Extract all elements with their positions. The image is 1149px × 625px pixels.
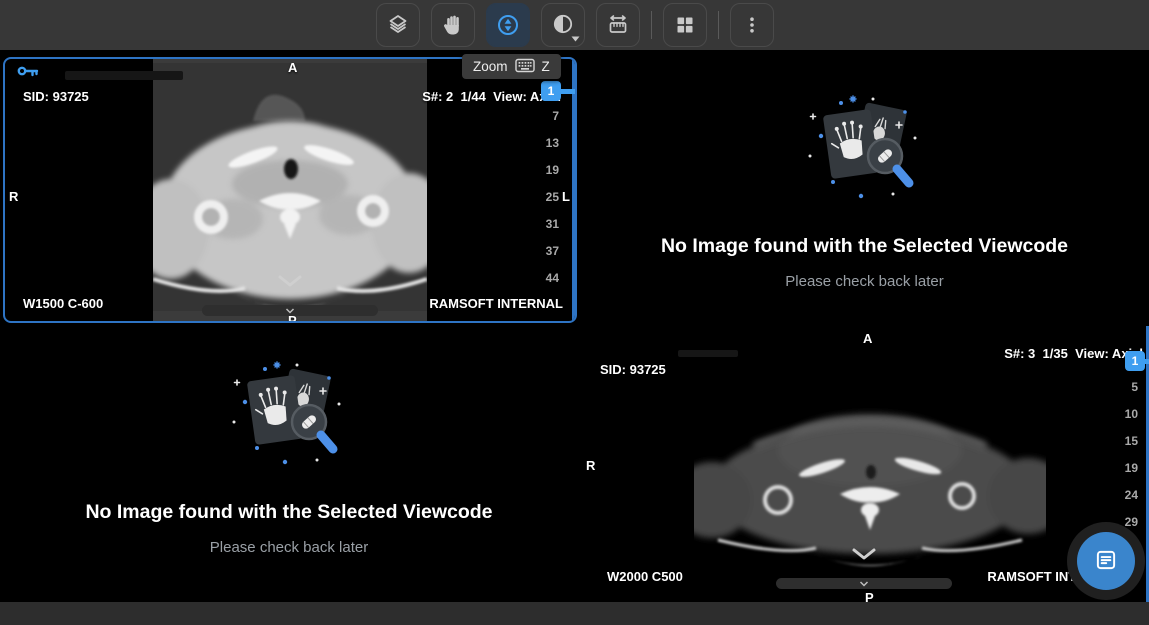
zoom-icon <box>496 13 520 37</box>
stack-scrollbar[interactable] <box>202 305 378 316</box>
layers-button[interactable] <box>376 3 420 47</box>
slice-number: 7 <box>552 109 559 123</box>
slice-position: 1/35 <box>1043 346 1068 361</box>
slice-number: 10 <box>1125 407 1138 421</box>
slice-position: 1/44 <box>461 89 486 104</box>
pan-button[interactable] <box>431 3 475 47</box>
contrast-icon <box>551 13 575 37</box>
tooltip-shortcut: Z <box>542 59 550 74</box>
next-slice-chevron-icon[interactable] <box>276 274 304 293</box>
layout-button[interactable] <box>663 3 707 47</box>
sid-label: SID: 93725 <box>23 89 89 104</box>
stack-scrollbar[interactable] <box>776 578 952 589</box>
slice-number: 25 <box>546 190 559 204</box>
orientation-top: A <box>863 331 872 346</box>
slice-number: 24 <box>1125 488 1138 502</box>
slice-number: 29 <box>1125 515 1138 529</box>
slice-scrollbar-thumb[interactable]: 1 <box>541 81 561 101</box>
slice-number: 44 <box>546 271 559 285</box>
chevron-down-icon <box>571 36 580 42</box>
bottom-strip <box>0 602 1149 625</box>
no-image-illustration <box>801 94 929 211</box>
key-icon <box>16 63 40 82</box>
toolbar-separator <box>718 11 719 39</box>
kebab-icon <box>740 13 764 37</box>
empty-state-subtitle: Please check back later <box>785 273 943 290</box>
grid-icon <box>673 13 697 37</box>
series-info: S#: 3 1/35 View: Axial <box>1004 346 1143 361</box>
more-button[interactable] <box>730 3 774 47</box>
orientation-left: R <box>586 458 595 473</box>
zoom-tooltip: Zoom Z <box>462 54 561 79</box>
layers-icon <box>386 13 410 37</box>
sid-label: SID: 93725 <box>600 362 666 377</box>
no-image-illustration <box>225 360 353 477</box>
window-level-button[interactable] <box>541 3 585 47</box>
hand-icon <box>441 13 465 37</box>
keyboard-icon <box>515 58 535 76</box>
slice-number: 19 <box>1125 461 1138 475</box>
next-slice-chevron-icon[interactable] <box>850 547 878 566</box>
viewport-grid: SID: 93725 S#: 2 1/44 View: Axial A R L … <box>0 50 1149 602</box>
slice-scale: 7 13 19 25 31 37 44 <box>546 109 559 285</box>
window-level-label: W2000 C500 <box>607 569 683 584</box>
report-fab[interactable] <box>1077 532 1135 590</box>
current-slice: 1 <box>548 84 555 98</box>
viewport-top-right[interactable]: No Image found with the Selected Viewcod… <box>580 50 1149 326</box>
slice-number: 37 <box>546 244 559 258</box>
tooltip-label: Zoom <box>473 59 508 74</box>
orientation-right: L <box>562 189 570 204</box>
series-number: S#: 3 <box>1004 346 1035 361</box>
window-level-label: W1500 C-600 <box>23 296 103 311</box>
orientation-bottom: P <box>865 590 874 602</box>
measure-button[interactable] <box>596 3 640 47</box>
viewport-bottom-left[interactable]: No Image found with the Selected Viewcod… <box>0 326 578 602</box>
redacted-patient-info <box>678 350 738 357</box>
redacted-patient-info <box>65 71 183 80</box>
slice-number: 19 <box>546 163 559 177</box>
orientation-top: A <box>288 60 297 75</box>
toolbar <box>0 0 1149 50</box>
slice-scrollbar-thumb[interactable]: 1 <box>1125 351 1145 371</box>
report-icon <box>1093 547 1119 576</box>
slice-scale: 5 10 15 19 24 29 <box>1125 380 1138 529</box>
slice-number: 13 <box>546 136 559 150</box>
viewport-bottom-right[interactable]: A S#: 3 1/35 View: Axial SID: 93725 R P … <box>578 326 1149 602</box>
ruler-icon <box>606 13 630 37</box>
slice-number: 31 <box>546 217 559 231</box>
zoom-button[interactable] <box>486 3 530 47</box>
slice-number: 15 <box>1125 434 1138 448</box>
empty-state-subtitle: Please check back later <box>210 539 368 556</box>
institution-label: RAMSOFT INTERNAL <box>429 296 563 311</box>
orientation-left: R <box>9 189 18 204</box>
toolbar-separator <box>651 11 652 39</box>
viewport-top-left[interactable]: SID: 93725 S#: 2 1/44 View: Axial A R L … <box>3 57 577 323</box>
empty-state-title: No Image found with the Selected Viewcod… <box>85 501 492 524</box>
slice-number: 5 <box>1131 380 1138 394</box>
current-slice: 1 <box>1132 354 1139 368</box>
empty-state-title: No Image found with the Selected Viewcod… <box>661 235 1068 258</box>
slice-scrollbar-track[interactable] <box>572 59 575 321</box>
series-number: S#: 2 <box>422 89 453 104</box>
